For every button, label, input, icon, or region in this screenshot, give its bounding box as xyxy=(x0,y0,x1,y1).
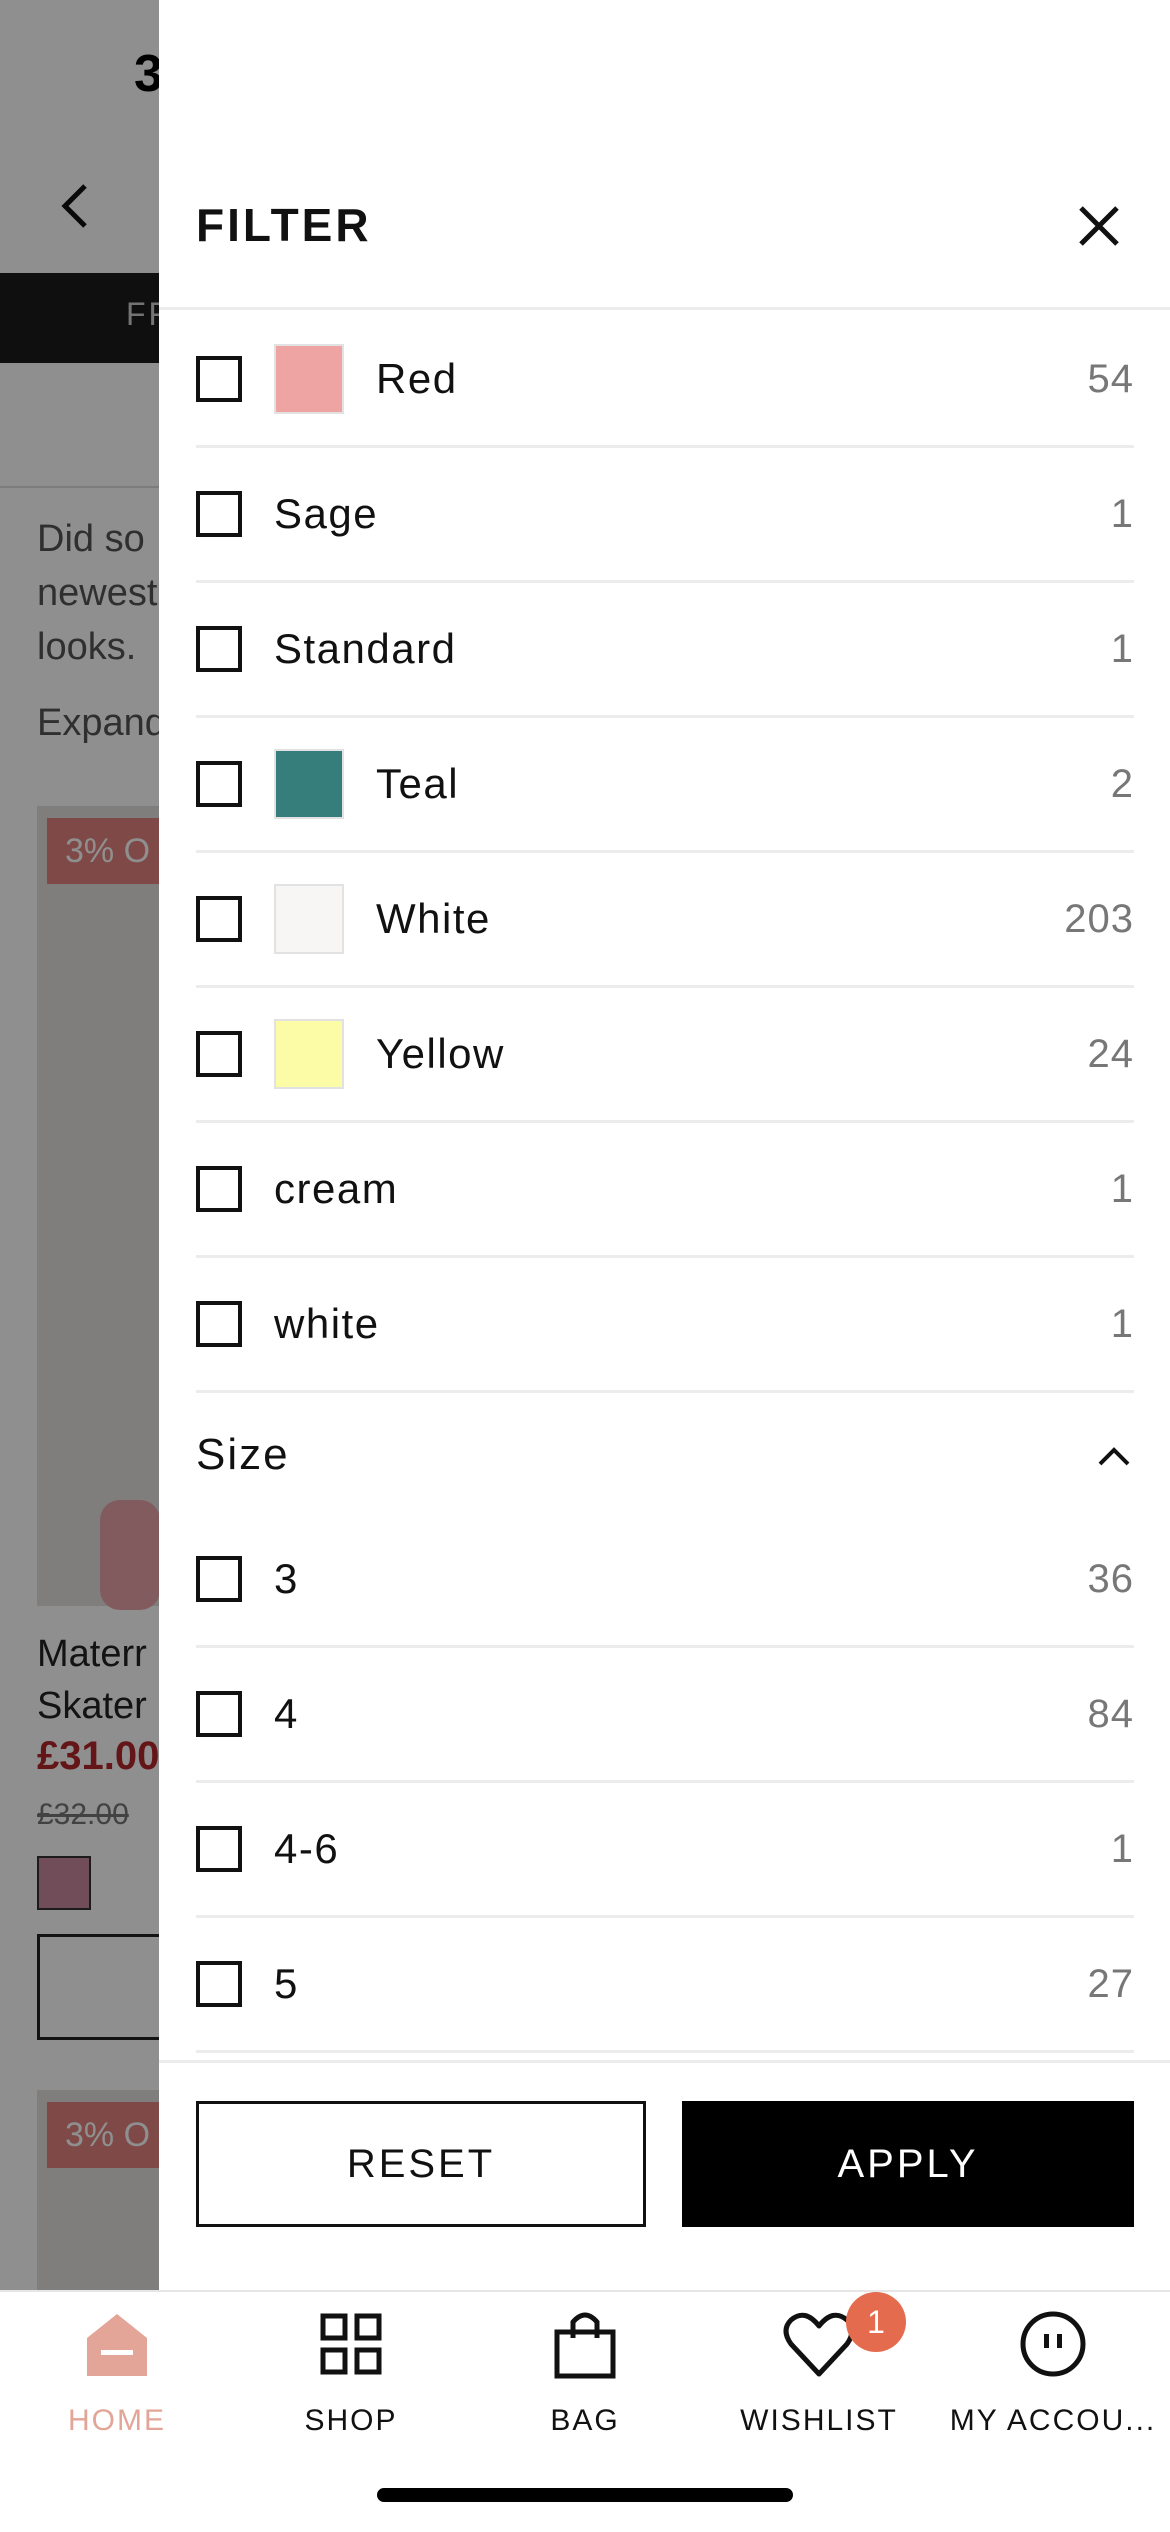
option-label: 5 xyxy=(274,1960,299,2007)
bag-icon xyxy=(554,2312,616,2379)
option-label: Sage xyxy=(274,490,379,537)
colour-swatch xyxy=(274,344,344,414)
option-count: 203 xyxy=(1064,896,1134,941)
tab-shop[interactable]: SHOP xyxy=(234,2292,468,2462)
option-label: Teal xyxy=(376,760,460,807)
size-section-header[interactable]: Size xyxy=(196,1395,1134,1515)
option-count: 1 xyxy=(1110,1301,1134,1346)
checkbox[interactable] xyxy=(196,491,242,537)
option-count: 24 xyxy=(1087,1031,1134,1076)
filter-option-cream[interactable]: cream 1 xyxy=(196,1123,1134,1258)
home-icon xyxy=(87,2314,147,2376)
tab-label: HOME xyxy=(68,2404,166,2437)
colour-swatch xyxy=(274,884,344,954)
tab-label: WISHLIST xyxy=(740,2404,898,2437)
filter-option-sage[interactable]: Sage 1 xyxy=(196,448,1134,583)
filter-option-yellow[interactable]: Yellow 24 xyxy=(196,988,1134,1123)
filter-option-white[interactable]: White 203 xyxy=(196,853,1134,988)
apply-button[interactable]: APPLY xyxy=(682,2101,1134,2227)
grid-icon xyxy=(320,2313,382,2375)
option-count: 27 xyxy=(1087,1961,1134,2006)
option-count: 54 xyxy=(1087,356,1134,401)
filter-title: FILTER xyxy=(196,199,372,251)
filter-option-teal[interactable]: Teal 2 xyxy=(196,718,1134,853)
tab-label: MY ACCOU... xyxy=(949,2404,1157,2437)
checkbox[interactable] xyxy=(196,1556,242,1602)
tab-bag[interactable]: BAG xyxy=(468,2292,702,2462)
filter-option-size-5[interactable]: 5 27 xyxy=(196,1918,1134,2053)
checkbox[interactable] xyxy=(196,761,242,807)
option-count: 36 xyxy=(1087,1556,1134,1601)
filter-option-size-4-6[interactable]: 4-6 1 xyxy=(196,1783,1134,1918)
filter-option-size-4[interactable]: 4 84 xyxy=(196,1648,1134,1783)
filter-option-standard[interactable]: Standard 1 xyxy=(196,583,1134,718)
filter-drawer: Red 54 Sage 1 Standard 1 Teal 2 White 20… xyxy=(159,0,1170,2290)
colour-swatch xyxy=(274,1019,344,1089)
option-count: 1 xyxy=(1110,1826,1134,1871)
checkbox[interactable] xyxy=(196,1301,242,1347)
checkbox[interactable] xyxy=(196,626,242,672)
tab-home[interactable]: HOME xyxy=(0,2292,234,2462)
checkbox[interactable] xyxy=(196,1826,242,1872)
checkbox[interactable] xyxy=(196,1031,242,1077)
option-label: white xyxy=(274,1300,380,1347)
option-count: 1 xyxy=(1110,1166,1134,1211)
option-count: 1 xyxy=(1110,626,1134,671)
filter-footer: RESET APPLY xyxy=(159,2060,1170,2290)
tab-wishlist[interactable]: 1 WISHLIST xyxy=(702,2292,936,2462)
checkbox[interactable] xyxy=(196,1166,242,1212)
tab-account[interactable]: MY ACCOU... xyxy=(936,2292,1170,2462)
close-icon[interactable] xyxy=(1069,196,1129,256)
account-icon xyxy=(1020,2311,1086,2377)
option-count: 84 xyxy=(1087,1691,1134,1736)
filter-option-white-lowercase[interactable]: white 1 xyxy=(196,1258,1134,1393)
option-label: cream xyxy=(274,1165,399,1212)
tab-label: SHOP xyxy=(304,2404,398,2437)
option-label: White xyxy=(376,895,491,942)
wishlist-count-badge: 1 xyxy=(846,2292,906,2352)
checkbox[interactable] xyxy=(196,896,242,942)
checkbox[interactable] xyxy=(196,1691,242,1737)
filter-options-list[interactable]: Red 54 Sage 1 Standard 1 Teal 2 White 20… xyxy=(159,313,1170,2060)
option-count: 1 xyxy=(1110,491,1134,536)
option-label: 3 xyxy=(274,1555,299,1602)
size-section-title: Size xyxy=(196,1430,290,1479)
option-label: 4 xyxy=(274,1690,299,1737)
tab-label: BAG xyxy=(550,2404,620,2437)
option-label: Standard xyxy=(274,625,457,672)
checkbox[interactable] xyxy=(196,1961,242,2007)
chevron-up-icon xyxy=(1098,1447,1130,1466)
filter-option-red[interactable]: Red 54 xyxy=(196,313,1134,448)
option-label: 4-6 xyxy=(274,1825,340,1872)
home-indicator xyxy=(377,2488,793,2502)
option-count: 2 xyxy=(1110,761,1134,806)
filter-option-size-3[interactable]: 3 36 xyxy=(196,1513,1134,1648)
reset-button[interactable]: RESET xyxy=(196,2101,646,2227)
option-label: Yellow xyxy=(376,1030,505,1077)
option-label: Red xyxy=(376,355,458,402)
colour-swatch xyxy=(274,749,344,819)
filter-header: FILTER xyxy=(159,0,1170,310)
checkbox[interactable] xyxy=(196,356,242,402)
